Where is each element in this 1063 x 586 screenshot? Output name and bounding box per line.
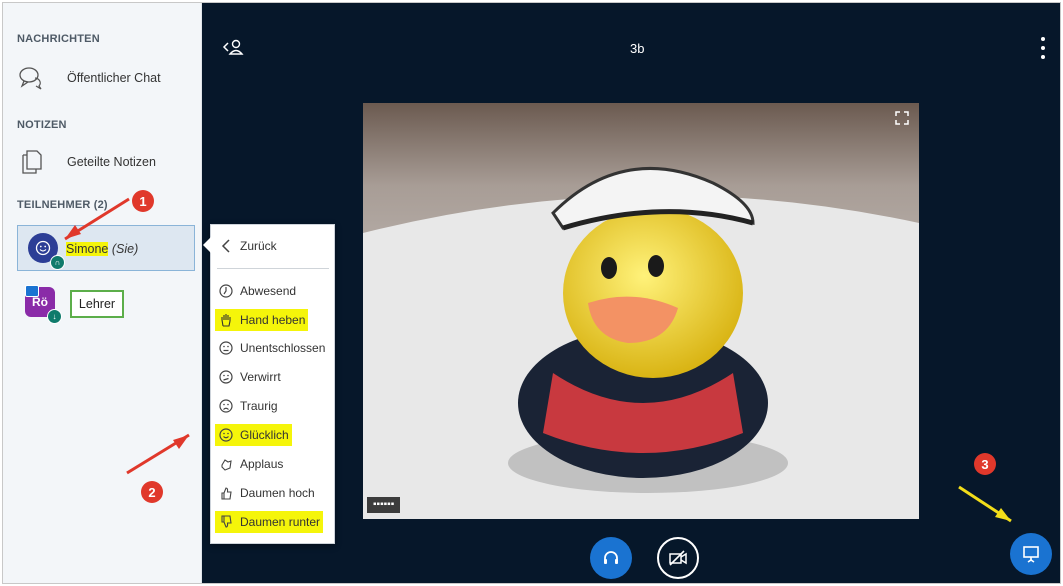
user-list-icon xyxy=(222,39,244,55)
toggle-user-list-button[interactable] xyxy=(222,37,244,57)
shared-notes-label: Geteilte Notizen xyxy=(67,155,156,169)
presentation-icon xyxy=(1023,546,1039,563)
rubber-duck-image xyxy=(363,103,919,519)
webcam-video[interactable]: ▪▪▪▪▪▪ xyxy=(363,103,919,519)
headset-icon: ∩ xyxy=(50,255,65,270)
callout-badge-3: 3 xyxy=(974,453,996,475)
confused-face-icon xyxy=(218,369,234,385)
fullscreen-button[interactable] xyxy=(895,111,909,125)
shared-notes-item[interactable]: Geteilte Notizen xyxy=(17,147,187,177)
messages-section-title: NACHRICHTEN xyxy=(17,33,100,45)
avatar-initials: Rö xyxy=(32,295,48,309)
microphone-icon: ↓ xyxy=(47,309,62,324)
menu-item-label: Applaus xyxy=(240,457,284,471)
room-title: 3b xyxy=(630,41,645,56)
menu-item-daumen-runter[interactable]: Daumen runter xyxy=(215,511,324,533)
thumbs-up-icon xyxy=(218,485,234,501)
camera-off-icon xyxy=(669,550,687,566)
audio-button[interactable] xyxy=(590,537,632,579)
presenter-icon xyxy=(25,285,39,297)
chat-bubbles-icon xyxy=(17,64,45,92)
menu-item-label: Verwirrt xyxy=(240,370,281,384)
participant-row-self[interactable]: ∩ Simone (Sie) xyxy=(17,225,195,271)
notes-section-title: NOTIZEN xyxy=(17,119,67,131)
menu-item-traurig[interactable]: Traurig xyxy=(215,395,281,417)
menu-caret xyxy=(203,237,211,253)
menu-item-label: Abwesend xyxy=(240,284,297,298)
expand-icon xyxy=(895,111,909,125)
menu-divider xyxy=(217,268,329,269)
public-chat-label: Öffentlicher Chat xyxy=(67,71,161,85)
participant-self-suffix: (Sie) xyxy=(111,242,139,256)
thumbs-down-icon xyxy=(218,514,234,530)
public-chat-item[interactable]: Öffentlicher Chat xyxy=(17,63,187,93)
menu-item-label: Unentschlossen xyxy=(240,341,326,355)
menu-item-label: Glücklich xyxy=(240,428,289,442)
teacher-annotation-label: Lehrer xyxy=(70,290,124,318)
status-menu: Zurück Abwesend Hand heben Unentschlosse… xyxy=(203,224,335,544)
participants-section-title: TEILNEHMER (2) xyxy=(17,199,108,211)
more-dot-icon xyxy=(1041,55,1045,59)
menu-back-item[interactable]: Zurück xyxy=(215,235,280,257)
applause-icon xyxy=(218,456,234,472)
happy-face-icon xyxy=(218,427,234,443)
menu-item-label: Traurig xyxy=(240,399,278,413)
chevron-left-icon xyxy=(218,238,234,254)
menu-item-unentschlossen[interactable]: Unentschlossen xyxy=(215,337,328,359)
menu-back-label: Zurück xyxy=(240,239,277,253)
menu-item-label: Hand heben xyxy=(240,313,306,327)
sad-face-icon xyxy=(218,398,234,414)
app-window: NACHRICHTEN Öffentlicher Chat NOTIZEN Ge… xyxy=(2,2,1061,584)
more-dot-icon xyxy=(1041,46,1045,50)
restore-presentation-button[interactable] xyxy=(1010,533,1052,575)
clock-icon xyxy=(218,283,234,299)
neutral-face-icon xyxy=(218,340,234,356)
sidebar: NACHRICHTEN Öffentlicher Chat NOTIZEN Ge… xyxy=(3,3,202,583)
participant-name: Simone xyxy=(66,242,109,256)
options-menu-button[interactable] xyxy=(1036,37,1050,59)
video-user-name: ▪▪▪▪▪▪ xyxy=(367,497,401,513)
more-dot-icon xyxy=(1041,37,1045,41)
notes-icon xyxy=(17,148,45,176)
happy-face-icon xyxy=(35,240,51,256)
menu-item-applaus[interactable]: Applaus xyxy=(215,453,286,475)
menu-item-daumen-hoch[interactable]: Daumen hoch xyxy=(215,482,318,504)
menu-item-gluecklich[interactable]: Glücklich xyxy=(215,424,292,446)
video-toggle-button[interactable] xyxy=(657,537,699,579)
menu-item-label: Daumen runter xyxy=(240,515,321,529)
callout-badge-1: 1 xyxy=(132,190,154,212)
menu-item-label: Daumen hoch xyxy=(240,486,315,500)
menu-item-verwirrt[interactable]: Verwirrt xyxy=(215,366,284,388)
callout-badge-2: 2 xyxy=(141,481,163,503)
headset-icon xyxy=(604,551,618,564)
menu-item-abwesend[interactable]: Abwesend xyxy=(215,280,299,302)
raise-hand-icon xyxy=(218,312,234,328)
menu-item-hand-heben[interactable]: Hand heben xyxy=(215,309,309,331)
